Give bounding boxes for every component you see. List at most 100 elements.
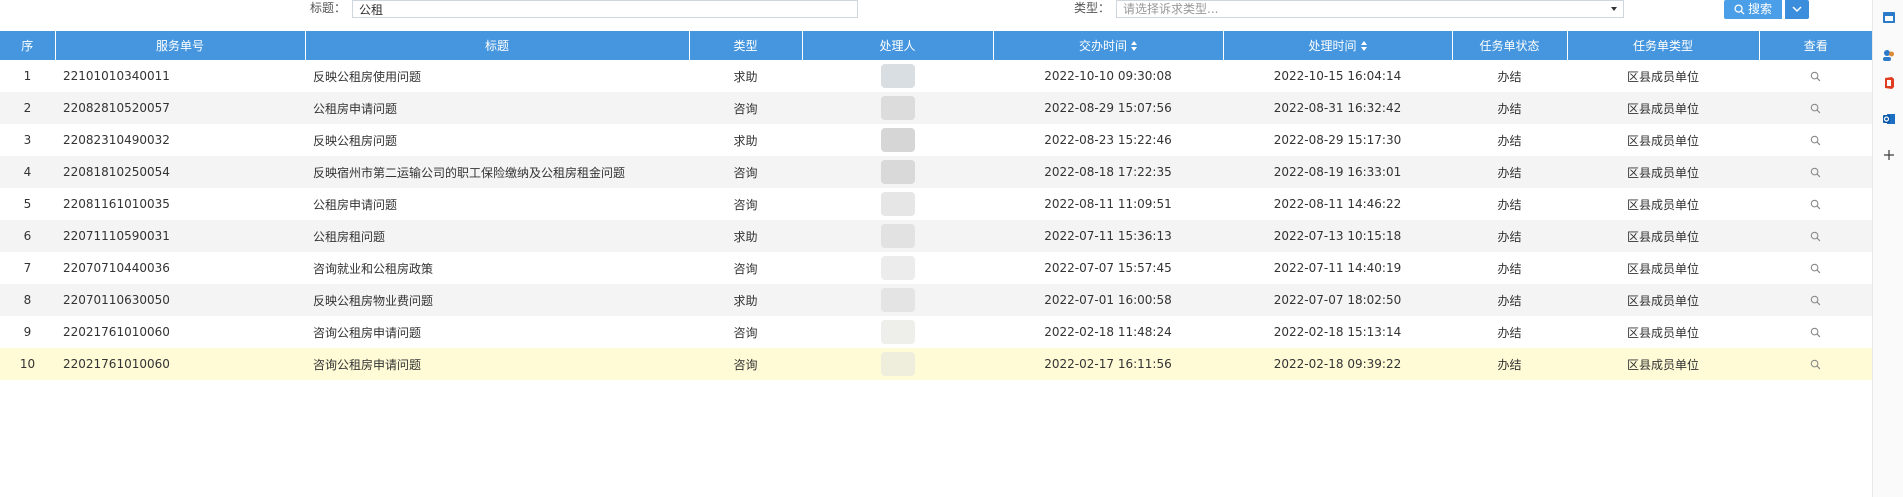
col-header-task-type: 任务单类型 [1566, 31, 1759, 60]
cell-service-no: 22081810250054 [55, 156, 305, 188]
magnifier-icon[interactable] [1810, 135, 1821, 146]
cell-title: 咨询公租房申请问题 [305, 316, 689, 348]
cell-handler [802, 316, 993, 348]
calendar-app-icon[interactable] [1882, 10, 1896, 24]
cell-handled-time: 2022-08-31 16:32:42 [1223, 92, 1452, 124]
col-header-handover-time[interactable]: 交办时间 [992, 31, 1223, 60]
search-options-dropdown-button[interactable] [1785, 0, 1809, 19]
cell-type: 咨询 [689, 156, 802, 188]
col-header-handled-time[interactable]: 处理时间 [1222, 31, 1452, 60]
cell-view[interactable] [1759, 348, 1872, 380]
right-app-sidebar [1872, 0, 1903, 497]
magnifier-icon[interactable] [1810, 71, 1821, 82]
office-app-icon[interactable] [1882, 76, 1896, 90]
magnifier-icon[interactable] [1810, 263, 1821, 274]
col-header-index: 序 [0, 31, 55, 60]
cell-task-status: 办结 [1452, 348, 1567, 380]
cell-type: 求助 [689, 60, 802, 92]
contacts-app-icon[interactable] [1882, 48, 1896, 62]
cell-handover-time: 2022-07-11 15:36:13 [993, 220, 1223, 252]
title-filter-label: 标题： [310, 1, 347, 15]
cell-type: 咨询 [689, 92, 802, 124]
search-button-label: 搜索 [1747, 2, 1772, 16]
cell-handler [802, 156, 993, 188]
table-row[interactable]: 1 22101010340011 反映公租房使用问题 求助 2022-10-10 09:… [0, 60, 1872, 92]
magnifier-icon[interactable] [1810, 327, 1821, 338]
handler-redacted [880, 320, 915, 344]
cell-view[interactable] [1759, 124, 1872, 156]
chevron-down-icon [1792, 6, 1802, 13]
cell-view[interactable] [1759, 252, 1872, 284]
cell-view[interactable] [1759, 156, 1872, 188]
cell-index: 5 [0, 188, 55, 220]
search-button[interactable]: 搜索 [1724, 0, 1782, 19]
cell-handler [802, 92, 993, 124]
cell-title: 咨询公租房申请问题 [305, 348, 689, 380]
cell-handover-time: 2022-07-01 16:00:58 [993, 284, 1223, 316]
cell-handover-time: 2022-08-23 15:22:46 [993, 124, 1223, 156]
cell-type: 求助 [689, 284, 802, 316]
cell-index: 3 [0, 124, 55, 156]
col-header-handler: 处理人 [801, 31, 993, 60]
cell-view[interactable] [1759, 284, 1872, 316]
cell-view[interactable] [1759, 316, 1872, 348]
service-orders-table: 序 服务单号 标题 类型 处理人 交办时间 处理时间 任务单状态 任务单类型 查… [0, 31, 1872, 380]
cell-handled-time: 2022-07-07 18:02:50 [1223, 284, 1452, 316]
sort-icon[interactable] [1131, 41, 1137, 51]
cell-handled-time: 2022-08-11 14:46:22 [1223, 188, 1452, 220]
cell-task-type: 区县成员单位 [1567, 60, 1759, 92]
chevron-down-icon [1611, 7, 1617, 11]
cell-task-status: 办结 [1452, 92, 1567, 124]
cell-title: 公租房申请问题 [305, 188, 689, 220]
cell-index: 9 [0, 316, 55, 348]
table-row[interactable]: 4 22081810250054 反映宿州市第二运输公司的职工保险缴纳及公租房租金问… [0, 156, 1872, 188]
magnifier-icon[interactable] [1810, 359, 1821, 370]
cell-service-no: 22021761010060 [55, 316, 305, 348]
table-row[interactable]: 10 22021761010060 咨询公租房申请问题 咨询 2022-02-17 16… [0, 348, 1872, 380]
magnifier-icon[interactable] [1810, 231, 1821, 242]
cell-handled-time: 2022-08-29 15:17:30 [1223, 124, 1452, 156]
cell-task-type: 区县成员单位 [1567, 124, 1759, 156]
cell-task-type: 区县成员单位 [1567, 188, 1759, 220]
cell-view[interactable] [1759, 60, 1872, 92]
table-row[interactable]: 6 22071110590031 公租房租问题 求助 2022-07-11 15:36:… [0, 220, 1872, 252]
handler-redacted [880, 96, 915, 120]
table-header-row: 序 服务单号 标题 类型 处理人 交办时间 处理时间 任务单状态 任务单类型 查… [0, 31, 1872, 60]
table-row[interactable]: 2 22082810520057 公租房申请问题 咨询 2022-08-29 15:07… [0, 92, 1872, 124]
cell-title: 咨询就业和公租房政策 [305, 252, 689, 284]
cell-service-no: 22021761010060 [55, 348, 305, 380]
cell-task-type: 区县成员单位 [1567, 92, 1759, 124]
handler-redacted [880, 64, 915, 88]
table-row[interactable]: 9 22021761010060 咨询公租房申请问题 咨询 2022-02-18 11:… [0, 316, 1872, 348]
table-row[interactable]: 8 22070110630050 反映公租房物业费问题 求助 2022-07-01 16… [0, 284, 1872, 316]
cell-view[interactable] [1759, 188, 1872, 220]
outlook-app-icon[interactable] [1882, 112, 1896, 126]
table-row[interactable]: 5 22081161010035 公租房申请问题 咨询 2022-08-11 11:09… [0, 188, 1872, 220]
handler-redacted [880, 256, 915, 280]
cell-task-status: 办结 [1452, 220, 1567, 252]
table-row[interactable]: 3 22082310490032 反映公租房问题 求助 2022-08-23 15:22… [0, 124, 1872, 156]
col-header-task-status: 任务单状态 [1451, 31, 1567, 60]
sort-icon[interactable] [1360, 41, 1367, 51]
title-filter-input[interactable] [352, 0, 858, 18]
table-row[interactable]: 7 22070710440036 咨询就业和公租房政策 咨询 2022-07-07 15… [0, 252, 1872, 284]
cell-service-no: 22070110630050 [55, 284, 305, 316]
cell-index: 2 [0, 92, 55, 124]
cell-title: 反映宿州市第二运输公司的职工保险缴纳及公租房租金问题 [305, 156, 689, 188]
cell-handler [802, 124, 993, 156]
magnifier-icon[interactable] [1810, 103, 1821, 114]
cell-task-status: 办结 [1452, 252, 1567, 284]
magnifier-icon[interactable] [1810, 167, 1821, 178]
search-icon [1734, 4, 1745, 15]
cell-view[interactable] [1759, 220, 1872, 252]
col-header-view: 查看 [1758, 31, 1872, 60]
plus-icon[interactable] [1882, 148, 1896, 162]
magnifier-icon[interactable] [1810, 295, 1821, 306]
cell-handover-time: 2022-08-29 15:07:56 [993, 92, 1223, 124]
cell-index: 4 [0, 156, 55, 188]
magnifier-icon[interactable] [1810, 199, 1821, 210]
type-filter-select[interactable]: 请选择诉求类型... [1116, 0, 1624, 18]
cell-task-status: 办结 [1452, 316, 1567, 348]
cell-type: 咨询 [689, 188, 802, 220]
cell-view[interactable] [1759, 92, 1872, 124]
